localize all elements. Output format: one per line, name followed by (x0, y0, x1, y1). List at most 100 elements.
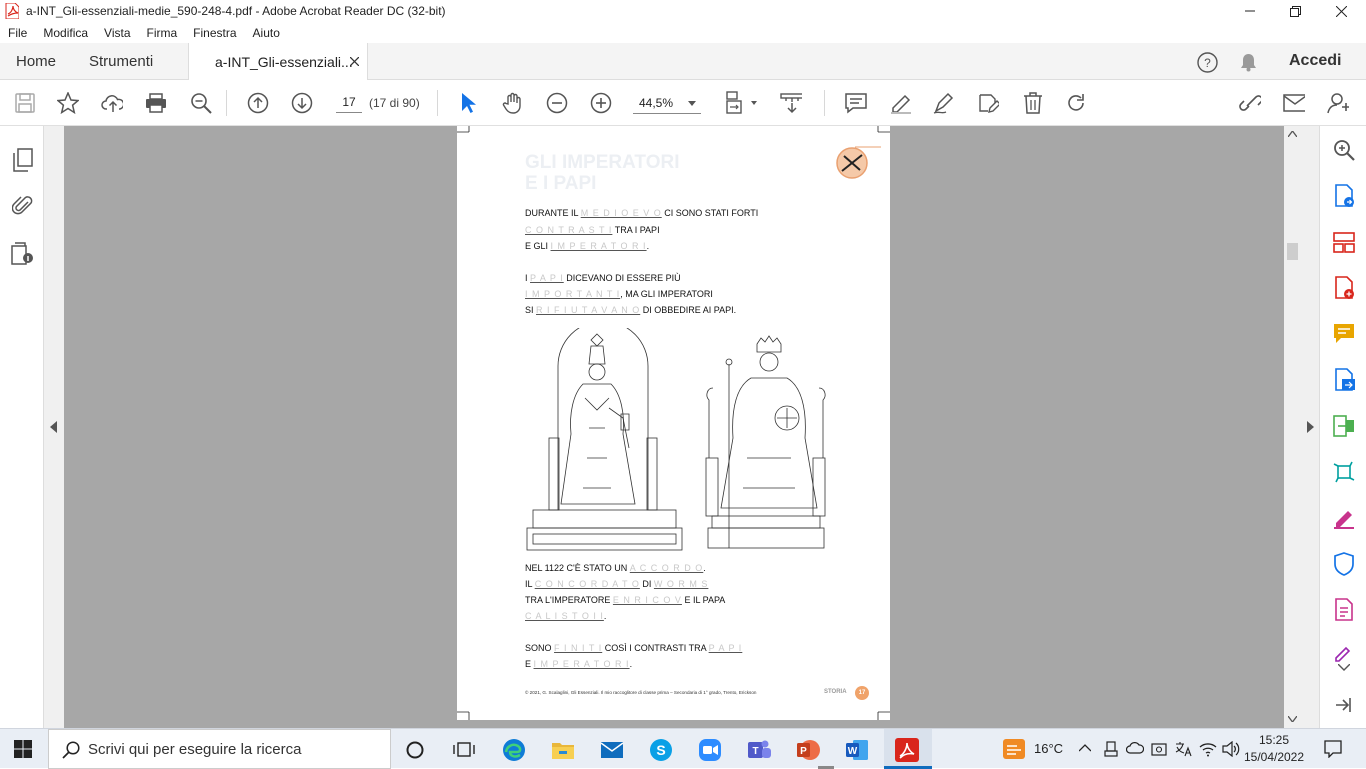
comment-icon[interactable] (845, 92, 867, 114)
collapse-panel-icon[interactable] (1334, 696, 1352, 714)
previous-page-icon[interactable] (247, 92, 269, 114)
create-pdf-icon[interactable] (1332, 276, 1356, 300)
weather-icon[interactable] (1002, 738, 1026, 760)
windows-taskbar: Scrivi qui per eseguire la ricerca S T P… (0, 728, 1366, 769)
left-panel-toggle[interactable] (44, 126, 64, 728)
hardware-icon[interactable] (1151, 741, 1168, 756)
edit-pdf-icon[interactable] (1332, 368, 1356, 392)
menu-aiuto[interactable]: Aiuto (245, 26, 288, 40)
trash-icon[interactable] (1022, 92, 1044, 114)
answer-blank: E N R I C O V (612, 595, 682, 605)
hand-tool-icon[interactable] (502, 92, 524, 114)
page-fit-icon[interactable] (724, 91, 758, 114)
zoom-search-icon[interactable] (190, 92, 212, 114)
input-language-icon[interactable] (1174, 741, 1192, 757)
help-icon[interactable]: ? (1197, 52, 1218, 73)
teams-icon[interactable]: T (746, 737, 772, 763)
scrollbar-thumb[interactable] (1287, 243, 1298, 260)
task-view-icon[interactable] (453, 741, 475, 758)
attachment-icon[interactable] (12, 194, 34, 218)
pdf-page: GLI IMPERATORI E I PAPI DURANTE IL M E D… (457, 126, 890, 720)
search-zoom-icon[interactable] (1332, 138, 1356, 162)
tab-home[interactable]: Home (16, 43, 56, 80)
menu-finestra[interactable]: Finestra (185, 26, 244, 40)
zoom-out-icon[interactable] (546, 92, 568, 114)
clock-time[interactable]: 15:25 (1249, 733, 1299, 747)
chevron-up-icon[interactable] (1079, 744, 1091, 752)
organize-pages-icon[interactable] (1332, 230, 1356, 254)
draw-icon[interactable] (933, 92, 955, 114)
chevron-down-icon[interactable] (1338, 664, 1350, 671)
page-number-input[interactable]: 17 (336, 95, 362, 113)
restore-button[interactable] (1272, 0, 1318, 22)
notification-center-icon[interactable] (1324, 740, 1342, 758)
menu-modifica[interactable]: Modifica (35, 26, 96, 40)
compress-pdf-icon[interactable] (1332, 414, 1356, 438)
onedrive-cloud-icon[interactable] (1126, 742, 1144, 754)
mail-app-icon[interactable] (599, 737, 625, 763)
tab-document[interactable]: a-INT_Gli-essenziali... (188, 43, 368, 81)
vertical-scrollbar[interactable] (1284, 126, 1301, 728)
wifi-icon[interactable] (1199, 741, 1217, 757)
protect-shield-icon[interactable] (1332, 552, 1356, 576)
clock-date[interactable]: 15/04/2022 (1242, 750, 1306, 764)
usb-device-icon[interactable] (1104, 741, 1118, 757)
upload-cloud-icon[interactable] (101, 92, 123, 114)
file-explorer-icon[interactable] (550, 737, 576, 763)
text-line: SONO F I N I T I COSÌ I CONTRASTI TRA P … (525, 643, 743, 653)
edge-browser-icon[interactable] (501, 737, 527, 763)
zoom-level-select[interactable]: 44,5% (633, 94, 701, 114)
zoom-app-icon[interactable] (697, 737, 723, 763)
collapse-right-icon[interactable] (1307, 421, 1314, 433)
answer-blank: I M P E R A T O R I (533, 659, 630, 669)
next-page-icon[interactable] (291, 92, 313, 114)
answer-blank: R I F I U T A V A N O (536, 305, 641, 315)
right-panel-toggle[interactable] (1301, 126, 1319, 728)
highlight-pen-icon[interactable] (889, 92, 911, 114)
send-for-review-icon[interactable] (1332, 460, 1356, 484)
taskbar-search-box[interactable]: Scrivi qui per eseguire la ricerca (48, 729, 391, 769)
chevron-down-icon (688, 101, 696, 106)
link-icon[interactable] (1239, 92, 1261, 114)
collapse-left-icon[interactable] (50, 421, 57, 433)
sign-in-button[interactable]: Accedi (1289, 52, 1341, 70)
edit-text-icon[interactable] (977, 92, 999, 114)
cortana-icon[interactable] (405, 740, 425, 760)
prepare-form-icon[interactable] (1332, 598, 1356, 622)
bell-icon[interactable] (1240, 53, 1257, 72)
close-tab-icon[interactable] (350, 57, 359, 66)
menu-vista[interactable]: Vista (96, 26, 138, 40)
star-icon[interactable] (57, 92, 79, 114)
fill-sign-icon[interactable] (1332, 506, 1356, 530)
scroll-mode-icon[interactable] (780, 92, 802, 114)
print-icon[interactable] (145, 92, 167, 114)
minimize-button[interactable] (1227, 0, 1273, 22)
document-properties-icon[interactable] (11, 242, 35, 266)
volume-icon[interactable] (1222, 741, 1240, 757)
tab-tools[interactable]: Strumenti (89, 43, 153, 80)
rotate-icon[interactable] (1065, 92, 1087, 114)
svg-text:P: P (800, 746, 807, 757)
zoom-in-icon[interactable] (590, 92, 612, 114)
save-icon[interactable] (14, 92, 36, 114)
select-cursor-icon[interactable] (457, 92, 479, 114)
scroll-up-arrow-icon[interactable] (1288, 131, 1297, 137)
skype-icon[interactable]: S (648, 737, 674, 763)
acrobat-reader-icon[interactable] (894, 737, 920, 763)
comment-tool-icon[interactable] (1332, 322, 1356, 346)
scroll-down-arrow-icon[interactable] (1288, 716, 1297, 722)
menu-firma[interactable]: Firma (139, 26, 186, 40)
share-user-icon[interactable] (1327, 92, 1349, 114)
toolbar-separator (226, 90, 227, 116)
word-icon[interactable]: W (844, 737, 870, 763)
windows-start-icon[interactable] (14, 740, 32, 758)
page-thumbnails-icon[interactable] (12, 148, 34, 172)
menu-file[interactable]: File (0, 26, 35, 40)
export-pdf-icon[interactable] (1332, 184, 1356, 208)
powerpoint-icon[interactable]: P (795, 737, 821, 763)
close-window-button[interactable] (1318, 0, 1364, 22)
more-tools-icon[interactable] (1332, 644, 1356, 662)
mail-icon[interactable] (1283, 92, 1305, 114)
right-tools-panel (1319, 126, 1366, 728)
weather-temperature[interactable]: 16°C (1034, 741, 1063, 756)
